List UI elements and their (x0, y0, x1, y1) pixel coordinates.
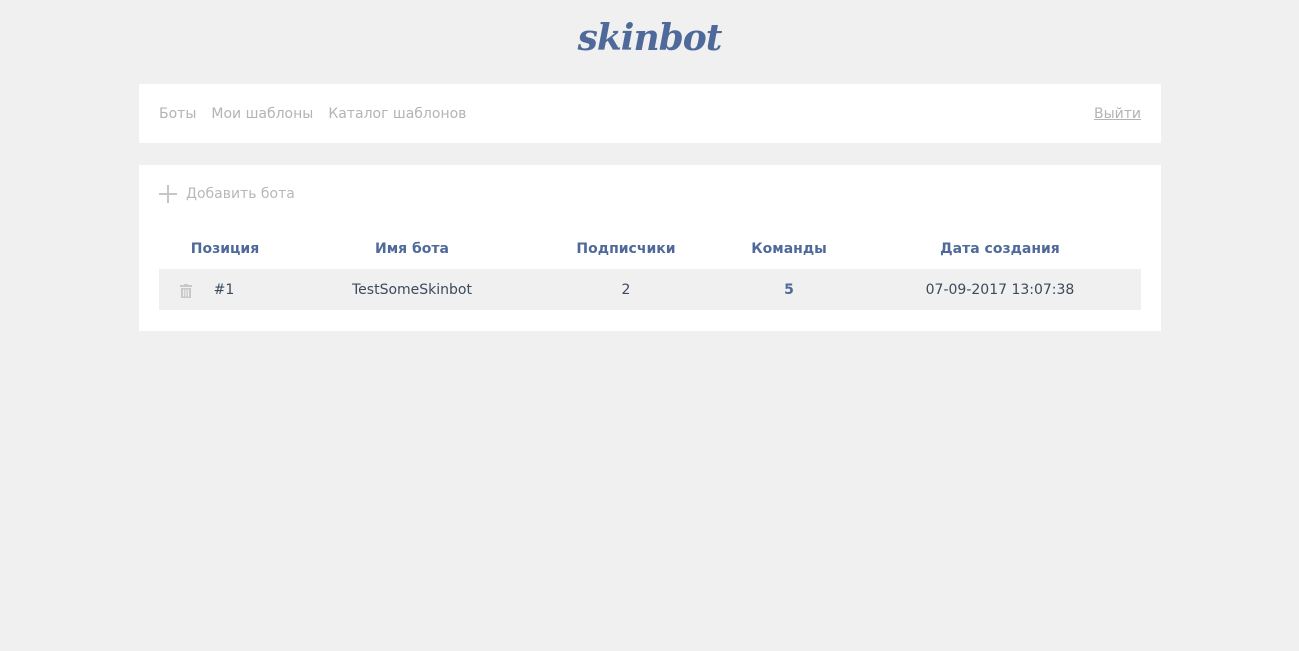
add-bot-label: Добавить бота (186, 186, 295, 202)
bots-table: Позиция Имя бота Подписчики Команды Дата… (159, 231, 1141, 310)
logout-link[interactable]: Выйти (1094, 84, 1141, 143)
top-nav: Боты Мои шаблоны Каталог шаблонов Выйти (139, 84, 1161, 143)
table-row: #1 TestSomeSkinbot 2 5 07-09-2017 13:07:… (159, 269, 1141, 310)
table-header: Позиция Имя бота Подписчики Команды Дата… (159, 231, 1141, 269)
trash-icon[interactable] (180, 283, 192, 298)
nav-links: Боты Мои шаблоны Каталог шаблонов (159, 84, 481, 143)
cell-subscribers: 2 (621, 282, 631, 298)
nav-item-template-catalog[interactable]: Каталог шаблонов (328, 106, 466, 122)
nav-item-my-templates[interactable]: Мои шаблоны (211, 106, 313, 122)
column-header-commands: Команды (751, 241, 827, 257)
add-bot-button[interactable]: Добавить бота (159, 183, 295, 205)
column-header-subscribers: Подписчики (576, 241, 676, 257)
cell-created-date: 07-09-2017 13:07:38 (925, 282, 1075, 298)
bots-panel: Добавить бота Позиция Имя бота Подписчик… (139, 165, 1161, 331)
cell-bot-name: TestSomeSkinbot (352, 282, 472, 298)
plus-icon (159, 185, 177, 203)
commands-link[interactable]: 5 (784, 282, 794, 298)
column-header-bot-name: Имя бота (375, 241, 449, 257)
column-header-created: Дата создания (940, 241, 1060, 257)
cell-commands: 5 (719, 269, 859, 310)
nav-item-bots[interactable]: Боты (159, 106, 196, 122)
cell-position: #1 (213, 282, 235, 298)
column-header-position: Позиция (190, 241, 260, 257)
skinbot-logo: skinbot (577, 17, 723, 59)
